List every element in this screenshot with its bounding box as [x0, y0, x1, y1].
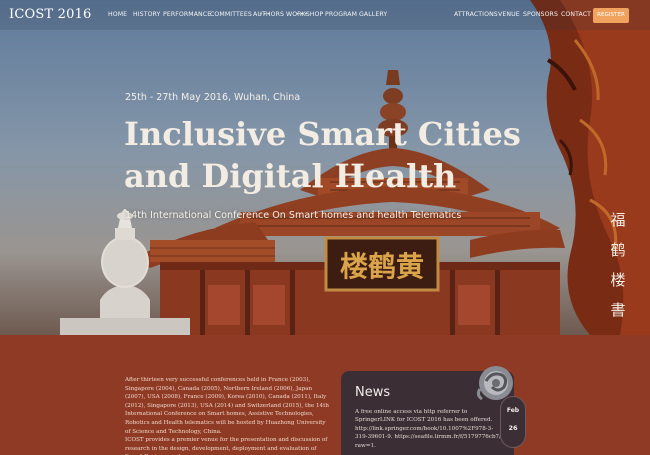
hero-title-line1: Inclusive Smart Cities	[124, 115, 521, 153]
nav-item-history[interactable]: HISTORY	[133, 11, 160, 18]
news-title: News	[355, 385, 391, 400]
news-date-month: Feb	[506, 407, 520, 414]
nav-item-performance[interactable]: PERFORMANCE	[163, 11, 211, 18]
news-date-day: 26	[508, 424, 518, 432]
news-item-text[interactable]: A free online access via http referrer t…	[355, 408, 505, 450]
nav-item-program[interactable]: PROGRAM	[325, 11, 357, 18]
hero-title-line2: and Digital Health	[124, 157, 457, 195]
calligraphy-char: 楼	[610, 271, 626, 289]
news-date-badge: Feb 26	[500, 396, 526, 448]
intro-paragraph-1: After thirteen very successful conferenc…	[125, 377, 329, 435]
authors-submenu-indicator: •••	[259, 11, 272, 18]
calligraphy-char: 鹤	[610, 241, 626, 259]
vertical-calligraphy: 福 鹤 楼 書	[607, 205, 629, 325]
hero-banner: 楼鹤黄 福 鹤 楼 書 25th - 27th May 2016, Wuhan,…	[0, 0, 650, 335]
nav-item-home[interactable]: HOME	[108, 11, 127, 18]
nav-item-gallery[interactable]: GALLERY	[359, 11, 387, 18]
site-logo[interactable]: ICOST 2016	[9, 7, 92, 22]
calligraphy-char: 福	[610, 211, 626, 229]
workshop-submenu-indicator: •••	[296, 11, 309, 18]
event-dateline: 25th - 27th May 2016, Wuhan, China	[125, 92, 301, 103]
calligraphy-char: 書	[610, 301, 626, 319]
nav-item-sponsors[interactable]: SPONSORS	[523, 11, 558, 18]
nav-item-venue[interactable]: VENUE	[498, 11, 520, 18]
nav-item-attractions[interactable]: ATTRACTIONS	[454, 11, 498, 18]
hero-subtitle: 14th International Conference On Smart h…	[125, 210, 462, 221]
top-navigation: ICOST 2016 HOME HISTORY PERFORMANCE COMM…	[0, 0, 650, 30]
intro-section: After thirteen very successful conferenc…	[0, 335, 650, 455]
nav-item-contact[interactable]: CONTACT	[561, 11, 591, 18]
hero-title: Inclusive Smart Cities and Digital Healt…	[124, 113, 544, 197]
register-button[interactable]: REGISTER	[593, 8, 629, 23]
nav-item-committees[interactable]: COMMITTEES	[210, 11, 252, 18]
intro-paragraph-2: ICOST provides a premier venue for the p…	[125, 437, 328, 455]
signboard-text: 楼鹤黄	[340, 250, 424, 283]
